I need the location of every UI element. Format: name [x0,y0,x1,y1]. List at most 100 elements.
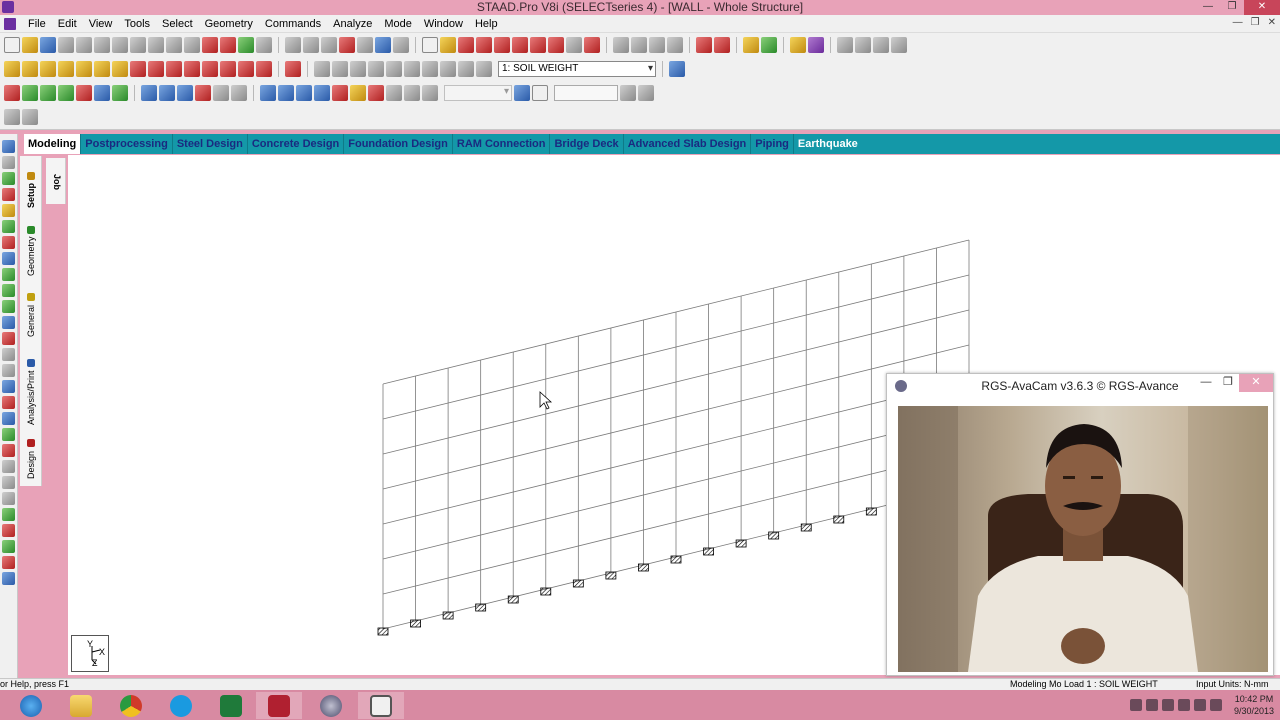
toolbar-tool-icon[interactable] [40,61,56,77]
toolbar-tool-icon[interactable] [58,61,74,77]
toolbar-tool-icon[interactable] [22,61,38,77]
toolbar-tool-icon[interactable] [458,37,474,53]
taskbar-excel[interactable] [208,692,254,719]
left-tool-icon[interactable] [2,284,15,297]
toolbar-tool-icon[interactable] [141,85,157,101]
toolbar-tool-icon[interactable] [130,61,146,77]
toolbar-tool-icon[interactable] [94,85,110,101]
toolbar-tool-icon[interactable] [4,85,20,101]
toolbar-tool-icon[interactable] [112,61,128,77]
left-tool-icon[interactable] [2,476,15,489]
tab-earthquake[interactable]: Earthquake [794,134,862,154]
tray-up-arrow-icon[interactable] [1129,699,1142,711]
taskbar-window[interactable] [358,692,404,719]
left-tool-icon[interactable] [2,348,15,361]
taskbar-skype[interactable] [158,692,204,719]
fixed-support[interactable] [410,619,421,628]
left-tool-icon[interactable] [2,220,15,233]
toolbar-tool-icon[interactable] [476,61,492,77]
toolbar-tool-icon[interactable] [260,85,276,101]
toolbar-tool-icon[interactable] [278,85,294,101]
toolbar-tool-icon[interactable] [159,85,175,101]
left-tool-icon[interactable] [2,460,15,473]
fixed-support[interactable] [442,611,454,620]
menu-file[interactable]: File [22,15,52,33]
toolbar-tool-icon[interactable] [314,85,330,101]
tray-volume-icon[interactable] [1209,699,1222,711]
tray-network-icon[interactable] [1193,699,1206,711]
side-tab-design[interactable]: Design [22,436,40,482]
side-tab-analysis-print[interactable]: Analysis/Print [22,356,40,428]
toolbar-tool-icon[interactable] [195,85,211,101]
tab-foundation-design[interactable]: Foundation Design [344,134,453,154]
taskbar-file-explorer[interactable] [58,692,104,719]
menu-select[interactable]: Select [156,15,199,33]
left-tool-icon[interactable] [2,396,15,409]
toolbar-tool-icon[interactable] [375,37,391,53]
tab-concrete-design[interactable]: Concrete Design [248,134,345,154]
toolbar-tool-icon[interactable] [256,61,272,77]
left-tool-icon[interactable] [2,556,15,569]
toolbar-tool-icon[interactable] [422,37,438,53]
toolbar-tool-icon[interactable] [76,61,92,77]
left-tool-icon[interactable] [2,188,15,201]
left-tool-icon[interactable] [2,236,15,249]
toolbar-tool-icon[interactable] [332,85,348,101]
fixed-support[interactable] [572,579,584,588]
left-tool-icon[interactable] [2,332,15,345]
toolbar-tool-icon[interactable] [649,37,665,53]
fixed-support[interactable] [475,603,487,612]
fixed-support[interactable] [605,571,617,580]
toolbar-tool-icon[interactable] [202,61,218,77]
tab-ram-connection[interactable]: RAM Connection [453,134,551,154]
toolbar-tool-icon[interactable] [873,37,889,53]
toolbar-tool-icon[interactable] [112,85,128,101]
fixed-support[interactable] [800,523,812,532]
doc-close-button[interactable]: ✕ [1268,17,1276,28]
toolbar-tool-icon[interactable] [238,61,254,77]
maximize-button[interactable]: ❐ [1220,0,1244,15]
toolbar-tool-icon[interactable] [393,37,409,53]
toolbar-tool-icon[interactable] [440,37,456,53]
toolbar-tool-icon[interactable] [761,37,777,53]
toolbar-tool-icon[interactable] [314,61,330,77]
left-tool-icon[interactable] [2,572,15,585]
toolbar-tool-icon[interactable] [321,37,337,53]
toolbar-tool-icon[interactable] [130,37,146,53]
disabled-select[interactable] [444,85,512,101]
taskbar-avacam[interactable] [308,692,354,719]
toolbar-tool-icon[interactable] [476,37,492,53]
left-tool-icon[interactable] [2,524,15,537]
toolbar-tool-icon[interactable] [148,61,164,77]
tab-postprocessing[interactable]: Postprocessing [81,134,173,154]
toolbar-tool-icon[interactable] [220,61,236,77]
toolbar-tool-icon[interactable] [669,61,685,77]
tab-steel-design[interactable]: Steel Design [173,134,248,154]
menu-geometry[interactable]: Geometry [199,15,259,33]
fixed-support[interactable] [833,515,845,524]
left-tool-icon[interactable] [2,444,15,457]
webcam-close-button[interactable]: ✕ [1239,374,1273,392]
toolbar-tool-icon[interactable] [332,61,348,77]
fixed-support[interactable] [703,547,714,556]
fixed-support[interactable] [507,595,519,604]
toolbar-tool-icon[interactable] [76,37,92,53]
left-tool-icon[interactable] [2,316,15,329]
toolbar-tool-icon[interactable] [256,37,272,53]
toolbar-tool-icon[interactable] [422,85,438,101]
toolbar-tool-icon[interactable] [40,37,56,53]
left-tool-icon[interactable] [2,540,15,553]
fixed-support[interactable] [638,563,649,572]
toolbar-tool-icon[interactable] [620,85,636,101]
toolbar-tool-icon[interactable] [386,61,402,77]
webcam-minimize-button[interactable]: — [1195,374,1217,392]
webcam-window[interactable]: RGS-AvaCam v3.6.3 © RGS-Avance — ❐ ✕ [886,373,1274,676]
toolbar-tool-icon[interactable] [58,37,74,53]
toolbar-tool-icon[interactable] [512,37,528,53]
fixed-support[interactable] [735,539,747,548]
toolbar-tool-icon[interactable] [285,61,301,77]
side-tab-geometry[interactable]: Geometry [22,222,40,280]
fixed-support[interactable] [865,507,877,516]
taskbar-internet-explorer[interactable] [8,692,54,719]
toolbar-tool-icon[interactable] [213,85,229,101]
